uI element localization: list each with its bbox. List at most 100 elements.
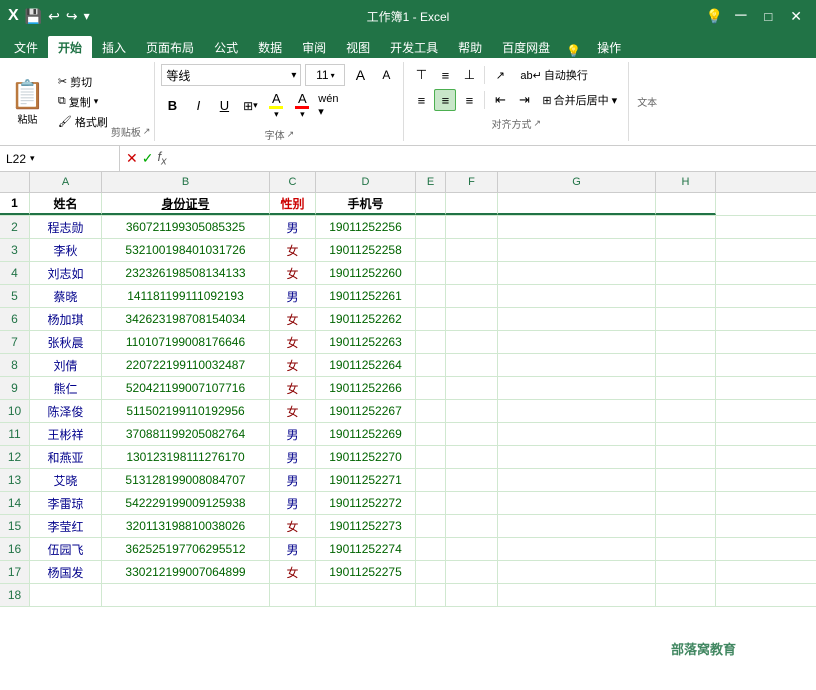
table-row[interactable]: 1 姓名 身份证号 性别 手机号	[0, 193, 816, 216]
cell-e[interactable]	[416, 331, 446, 353]
bold-button[interactable]: B	[161, 95, 183, 117]
customize-icon[interactable]: ▾	[84, 9, 90, 23]
cell-g[interactable]	[498, 239, 656, 261]
cell-id[interactable]: 141181199111092193	[102, 285, 270, 307]
formula-input[interactable]	[173, 146, 816, 171]
cell-e[interactable]	[416, 446, 446, 468]
cell-h[interactable]	[656, 492, 716, 514]
cell-name[interactable]: 张秋晨	[30, 331, 102, 353]
alignment-group-expand[interactable]: 对齐方式 ↗	[410, 116, 622, 131]
cell-name[interactable]: 蔡晓	[30, 285, 102, 307]
cell-phone[interactable]: 19011252275	[316, 561, 416, 583]
cell-h[interactable]	[656, 377, 716, 399]
cell-id[interactable]: 320113198810038026	[102, 515, 270, 537]
cell-reference-box[interactable]: L22 ▾	[0, 146, 120, 171]
table-row[interactable]: 16 伍园飞 362525197706295512 男 19011252274	[0, 538, 816, 561]
cell-phone[interactable]: 19011252271	[316, 469, 416, 491]
cell-g[interactable]	[498, 446, 656, 468]
table-row[interactable]: 14 李雷琼 542229199009125938 男 19011252272	[0, 492, 816, 515]
cell-id[interactable]: 532100198401031726	[102, 239, 270, 261]
cell-e[interactable]	[416, 308, 446, 330]
decrease-font-btn[interactable]: A	[375, 64, 397, 86]
cell-id[interactable]: 511502199110192956	[102, 400, 270, 422]
table-row[interactable]: 8 刘倩 220722199110032487 女 19011252264	[0, 354, 816, 377]
cell-f[interactable]	[446, 285, 498, 307]
col-header-c[interactable]: C	[270, 172, 316, 192]
cell-phone[interactable]: 19011252269	[316, 423, 416, 445]
cell-h[interactable]	[656, 561, 716, 583]
cell-g[interactable]	[498, 584, 656, 606]
tab-review[interactable]: 审阅	[292, 36, 336, 58]
cut-button[interactable]: ✂ 剪切	[55, 73, 111, 91]
cell-h[interactable]	[656, 538, 716, 560]
table-row[interactable]: 10 陈泽俊 511502199110192956 女 19011252267	[0, 400, 816, 423]
cell-phone[interactable]: 19011252267	[316, 400, 416, 422]
cell-h[interactable]	[656, 308, 716, 330]
phonetic-btn[interactable]: wén▾	[317, 95, 339, 117]
cell-id[interactable]	[102, 584, 270, 606]
cell-e[interactable]	[416, 469, 446, 491]
cell-f[interactable]	[446, 423, 498, 445]
cell-gender[interactable]: 男	[270, 446, 316, 468]
table-row[interactable]: 18	[0, 584, 816, 607]
tab-baidu[interactable]: 百度网盘	[492, 36, 560, 58]
cell-e[interactable]	[416, 538, 446, 560]
tab-insert[interactable]: 插入	[92, 36, 136, 58]
cell-g[interactable]	[498, 423, 656, 445]
cell-id[interactable]: 360721199305085325	[102, 216, 270, 238]
cell-g[interactable]	[498, 262, 656, 284]
cell-h[interactable]	[656, 285, 716, 307]
cell-id[interactable]: 370881199205082764	[102, 423, 270, 445]
cell-h[interactable]	[656, 239, 716, 261]
cell-gender[interactable]: 女	[270, 308, 316, 330]
paste-button[interactable]: 📋 粘贴	[4, 64, 51, 139]
underline-button[interactable]: U	[213, 95, 235, 117]
cell-name[interactable]: 程志勋	[30, 216, 102, 238]
tab-lightbulb[interactable]: 💡	[560, 44, 587, 58]
cell-g[interactable]	[498, 469, 656, 491]
merge-cells-btn[interactable]: ⊞ 合并后居中 ▾	[537, 89, 622, 111]
cell-gender[interactable]: 男	[270, 469, 316, 491]
cell-f[interactable]	[446, 584, 498, 606]
font-color-button[interactable]: A ▾	[291, 89, 313, 122]
cell-phone[interactable]: 19011252260	[316, 262, 416, 284]
cell-f[interactable]	[446, 469, 498, 491]
cell-h[interactable]	[656, 216, 716, 238]
table-row[interactable]: 3 李秋 532100198401031726 女 19011252258	[0, 239, 816, 262]
cell-ref-dropdown-icon[interactable]: ▾	[30, 153, 35, 164]
cell-id[interactable]: 330212199007064899	[102, 561, 270, 583]
cell-g[interactable]	[498, 400, 656, 422]
increase-font-btn[interactable]: A	[349, 64, 371, 86]
cell-h[interactable]	[656, 446, 716, 468]
minimize-btn[interactable]: ─	[729, 7, 752, 25]
cell-phone[interactable]: 19011252272	[316, 492, 416, 514]
cell-gender[interactable]: 女	[270, 377, 316, 399]
cell-h[interactable]	[656, 469, 716, 491]
cell-e[interactable]	[416, 492, 446, 514]
tab-file[interactable]: 文件	[4, 36, 48, 58]
cell-f[interactable]	[446, 193, 498, 215]
cell-g[interactable]	[498, 193, 656, 215]
font-name-selector[interactable]: 等线	[161, 64, 301, 86]
cell-name[interactable]	[30, 584, 102, 606]
cell-phone[interactable]: 19011252262	[316, 308, 416, 330]
cell-f[interactable]	[446, 239, 498, 261]
align-top-btn[interactable]: ⊤	[410, 64, 432, 86]
cell-gender[interactable]: 男	[270, 538, 316, 560]
cell-gender[interactable]: 女	[270, 239, 316, 261]
cell-gender[interactable]: 女	[270, 561, 316, 583]
save-icon[interactable]: 💾	[25, 8, 42, 25]
table-row[interactable]: 9 熊仁 520421199007107716 女 19011252266	[0, 377, 816, 400]
cell-name[interactable]: 刘倩	[30, 354, 102, 376]
cell-f[interactable]	[446, 377, 498, 399]
cell-phone[interactable]: 19011252263	[316, 331, 416, 353]
cell-name[interactable]: 李雷琼	[30, 492, 102, 514]
cell-e[interactable]	[416, 561, 446, 583]
align-center-btn[interactable]: ≡	[434, 89, 456, 111]
cell-name[interactable]: 伍园飞	[30, 538, 102, 560]
cell-phone[interactable]: 手机号	[316, 193, 416, 215]
cell-g[interactable]	[498, 561, 656, 583]
cell-e[interactable]	[416, 239, 446, 261]
cell-e[interactable]	[416, 584, 446, 606]
text-angle-btn[interactable]: ↗	[489, 64, 511, 86]
